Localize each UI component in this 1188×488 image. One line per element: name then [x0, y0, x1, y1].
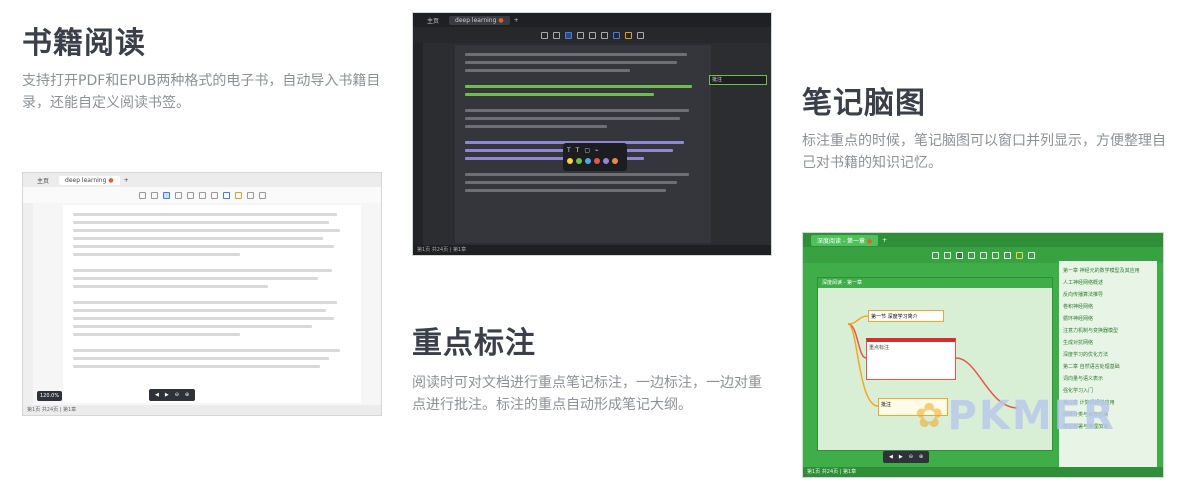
- text-icon[interactable]: T: [567, 147, 571, 154]
- undo-icon[interactable]: [138, 191, 146, 199]
- red-swatch[interactable]: [594, 158, 600, 164]
- feature-reading-title: 书籍阅读: [22, 26, 146, 61]
- comment-box[interactable]: 批注: [709, 75, 767, 85]
- text-icon[interactable]: [222, 191, 230, 199]
- new-tab-icon[interactable]: +: [124, 177, 129, 184]
- pen-icon[interactable]: [576, 31, 584, 39]
- tab-document[interactable]: deep learning ●: [59, 175, 120, 185]
- rect-icon[interactable]: [979, 251, 987, 259]
- reading-screenshot: 主页 deep learning ● + ◀ ▶ ⊖ ⊕ 120.0% 第1页 …: [22, 172, 382, 416]
- circle-icon[interactable]: [210, 191, 218, 199]
- orange-swatch[interactable]: [612, 158, 618, 164]
- status-bar: 第1页 共24页 | 第1章: [23, 405, 381, 415]
- prev-icon[interactable]: ◀: [889, 454, 893, 460]
- link-icon[interactable]: [636, 31, 644, 39]
- select-icon[interactable]: [955, 251, 963, 259]
- purple-swatch[interactable]: [603, 158, 609, 164]
- zoom-in-icon[interactable]: ⊕: [185, 392, 189, 398]
- watermark-text: PKMER: [947, 393, 1116, 439]
- rect-icon[interactable]: [588, 31, 596, 39]
- pkmer-logo: ✿ PKMER: [915, 393, 1116, 439]
- note-icon[interactable]: ▢: [584, 147, 590, 154]
- tab-document-label: 深度阅读 - 第一章: [817, 237, 865, 245]
- close-icon[interactable]: ●: [867, 238, 872, 245]
- document-page: [63, 205, 361, 403]
- feature-mindmap-title: 笔记脑图: [802, 86, 926, 121]
- tab-document-label: deep learning: [65, 176, 107, 184]
- outline-item[interactable]: 反向传播算法推导: [1063, 289, 1153, 301]
- outline-item[interactable]: 循环神经网络: [1063, 313, 1153, 325]
- color-picker-popup: T T ▢ ⌁: [563, 143, 627, 171]
- text-icon[interactable]: [1003, 251, 1011, 259]
- highlight-screenshot: 主页 deep learning ● + 批注 T T ▢ ⌁ 第1页 共24页…: [412, 12, 772, 256]
- outline-item[interactable]: 生成对抗网络: [1063, 337, 1153, 349]
- close-icon[interactable]: ●: [108, 177, 113, 184]
- outline-item[interactable]: 卷积神经网络: [1063, 301, 1153, 313]
- redo-icon[interactable]: [150, 191, 158, 199]
- outline-item[interactable]: 词向量与语义表示: [1063, 373, 1153, 385]
- highlight-icon[interactable]: [234, 191, 242, 199]
- link-icon[interactable]: [258, 191, 266, 199]
- new-tab-icon[interactable]: +: [514, 17, 519, 24]
- feature-mindmap-desc: 标注重点的时候，笔记脑图可以窗口并列显示，方便整理自己对书籍的知识记忆。: [802, 133, 1166, 171]
- tab-document-label: deep learning: [455, 16, 497, 24]
- page-navigation-bar[interactable]: ◀ ▶ ⊖ ⊕: [149, 389, 196, 401]
- zoom-out-icon[interactable]: ⊖: [909, 454, 913, 460]
- page-navigation-bar[interactable]: ◀ ▶ ⊖ ⊕: [883, 451, 930, 463]
- prev-icon[interactable]: ◀: [155, 392, 159, 398]
- green-highlight[interactable]: [465, 85, 692, 88]
- highlight-icon[interactable]: T: [576, 147, 580, 154]
- undo-icon[interactable]: [540, 31, 548, 39]
- annotation-toolbar: [413, 27, 771, 43]
- select-icon[interactable]: [564, 31, 572, 39]
- outline-item[interactable]: 第二章 自然语言处理基础: [1063, 361, 1153, 373]
- flower-icon: ✿: [915, 396, 944, 436]
- tab-home[interactable]: 主页: [31, 175, 55, 186]
- outline-item[interactable]: 人工神经网络概述: [1063, 277, 1153, 289]
- feature-highlight-desc: 阅读时可对文档进行重点笔记标注，一边标注，一边对重点进行批注。标注的重点自动形成…: [412, 375, 762, 413]
- stamp-icon[interactable]: [246, 191, 254, 199]
- pen-icon[interactable]: [967, 251, 975, 259]
- tab-document[interactable]: 深度阅读 - 第一章 ●: [811, 234, 879, 246]
- feature-highlight-title: 重点标注: [412, 326, 536, 361]
- left-sidebar: [413, 43, 423, 245]
- play-icon[interactable]: ▶: [899, 454, 903, 460]
- outline-item[interactable]: 注意力机制与变换器模型: [1063, 325, 1153, 337]
- outline-item[interactable]: 第一章 神经元的数学模型及其应用: [1063, 265, 1153, 277]
- feature-reading-desc: 支持打开PDF和EPUB两种格式的电子书，自动导入书籍目录，还能自定义阅读书签。: [22, 73, 381, 111]
- highlight-icon[interactable]: [1015, 251, 1023, 259]
- green-swatch[interactable]: [576, 158, 582, 164]
- circle-icon[interactable]: [600, 31, 608, 39]
- green-highlight[interactable]: [465, 93, 654, 96]
- yellow-swatch[interactable]: [567, 158, 573, 164]
- circle-icon[interactable]: [991, 251, 999, 259]
- mindmap-screenshot: 深度阅读 - 第一章 ● + 深度阅读 - 第一章 第一节 深度学习简介 重点标…: [802, 232, 1164, 478]
- left-sidebar: [23, 203, 33, 405]
- undo-icon[interactable]: [931, 251, 939, 259]
- select-icon[interactable]: [162, 191, 170, 199]
- status-bar: 第1页 共24页 | 第1章: [413, 245, 771, 255]
- zoom-out-icon[interactable]: ⊖: [175, 392, 179, 398]
- link-icon[interactable]: ⌁: [595, 147, 599, 154]
- redo-icon[interactable]: [552, 31, 560, 39]
- status-bar: 第1页 共24页 | 第1章: [803, 467, 1163, 477]
- annotation-toolbar: [23, 187, 381, 203]
- play-icon[interactable]: ▶: [165, 392, 169, 398]
- rect-icon[interactable]: [198, 191, 206, 199]
- highlight-icon[interactable]: [624, 31, 632, 39]
- tab-document[interactable]: deep learning ●: [449, 15, 510, 25]
- tab-home[interactable]: 主页: [421, 15, 445, 26]
- text-icon[interactable]: [612, 31, 620, 39]
- eraser-icon[interactable]: [186, 191, 194, 199]
- zoom-in-icon[interactable]: ⊕: [919, 454, 923, 460]
- blue-swatch[interactable]: [585, 158, 591, 164]
- link-icon[interactable]: [1027, 251, 1035, 259]
- zoom-level: 120.0%: [37, 391, 63, 401]
- new-tab-icon[interactable]: +: [882, 237, 887, 244]
- pen-icon[interactable]: [174, 191, 182, 199]
- close-icon[interactable]: ●: [498, 17, 503, 24]
- outline-item[interactable]: 深度学习的优化方法: [1063, 349, 1153, 361]
- redo-icon[interactable]: [943, 251, 951, 259]
